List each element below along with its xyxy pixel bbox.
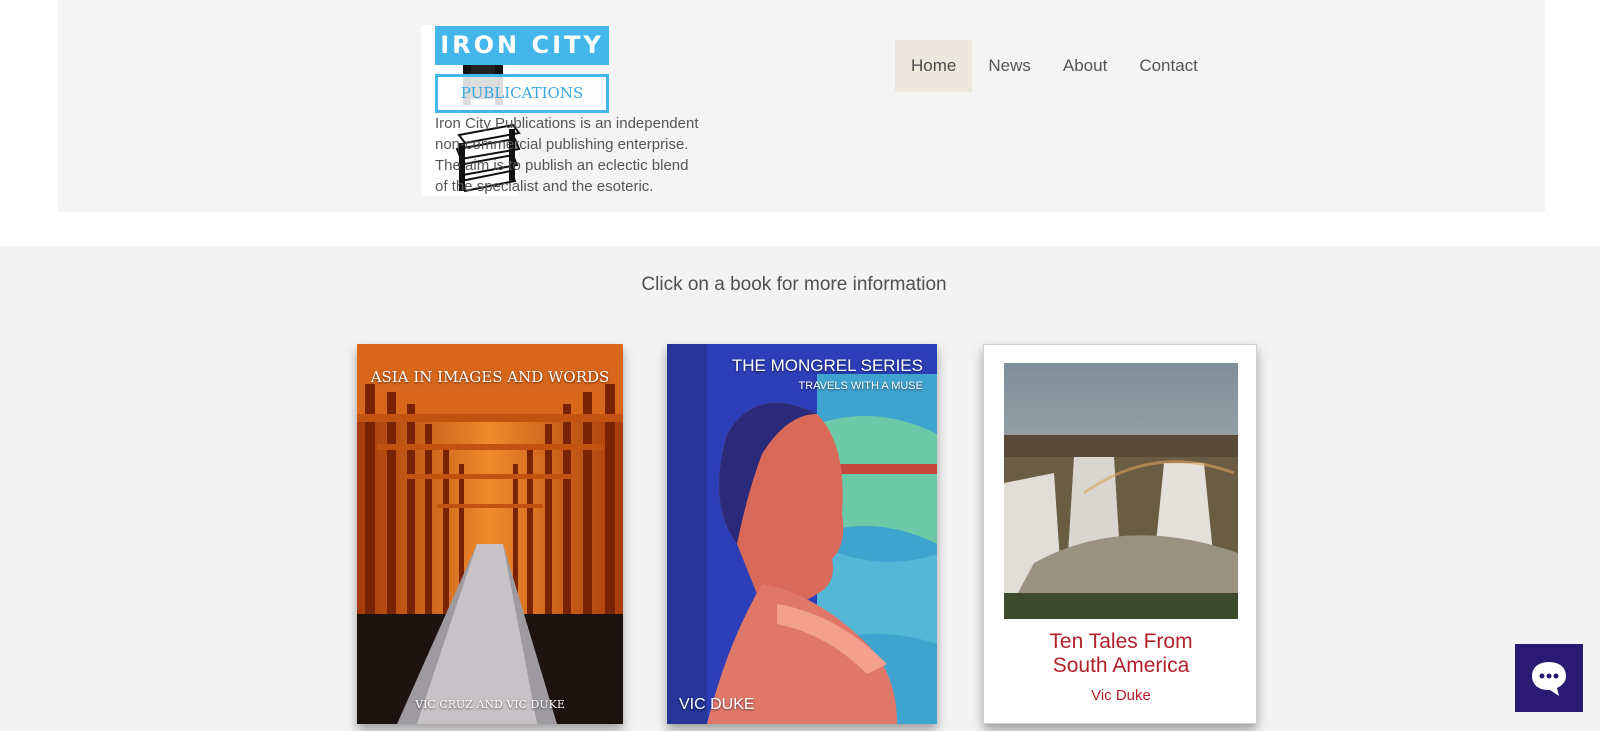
book-2-series: THE MONGREL SERIES [731, 356, 923, 375]
book-3-title-line2: South America [1052, 654, 1190, 677]
chat-bubble-icon [1532, 662, 1566, 696]
header-band [58, 0, 1545, 212]
nav-contact[interactable]: Contact [1123, 40, 1214, 92]
nav-home[interactable]: Home [895, 40, 973, 92]
book-3-author: Vic Duke [1091, 687, 1151, 704]
nav-about[interactable]: About [1047, 40, 1123, 92]
book-2-subtitle: TRAVELS WITH A MUSE [798, 380, 924, 392]
book-cover-art-waterfall [1004, 363, 1238, 619]
book-2-author: VIC DUKE [679, 696, 755, 713]
brand-description: Iron City Publications is an independent… [435, 115, 699, 195]
brand-subtitle[interactable]: PUBLICATIONS [435, 74, 609, 113]
gallery-instruction: Click on a book for more information [641, 274, 947, 295]
book-1-authors: VIC CRUZ AND VIC DUKE [415, 698, 565, 711]
book-card-asia[interactable]: ASIA IN IMAGES AND WORDS VIC CRUZ AND VI… [357, 344, 623, 724]
book-card-ten-tales[interactable]: Ten Tales From South America Vic Duke [983, 344, 1257, 724]
chat-button[interactable] [1515, 644, 1583, 712]
book-3-title-line1: Ten Tales From [1049, 630, 1193, 653]
main-nav: Home News About Contact [895, 40, 1214, 92]
book-1-title: ASIA IN IMAGES AND WORDS [370, 368, 610, 386]
book-cover-art-portrait [667, 344, 937, 724]
brand-title[interactable]: IRON CITY [435, 26, 609, 65]
book-card-mongrel[interactable]: THE MONGREL SERIES TRAVELS WITH A MUSE V… [667, 344, 937, 724]
nav-news[interactable]: News [972, 40, 1047, 92]
book-cover-art-torii [357, 344, 623, 724]
